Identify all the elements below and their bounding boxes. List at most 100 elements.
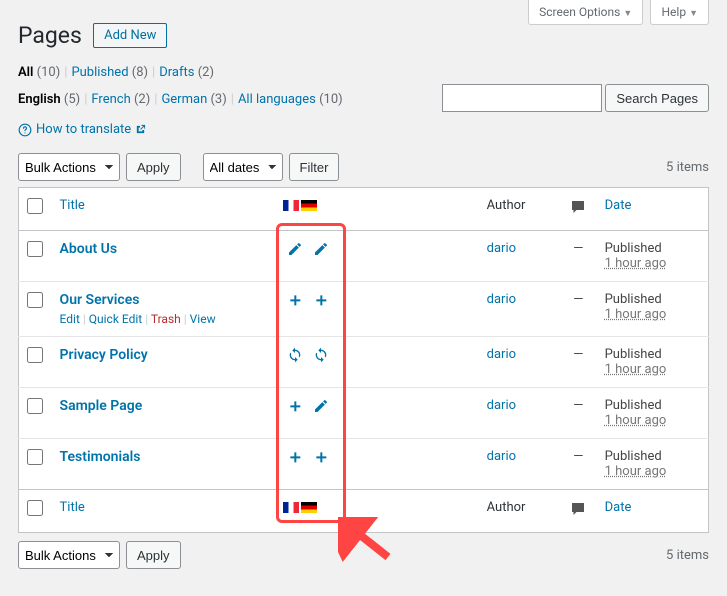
- page-link[interactable]: Testimonials: [60, 449, 141, 465]
- row-date: 1 hour ago: [605, 307, 667, 322]
- row-date: 1 hour ago: [605, 362, 667, 377]
- bulk-actions-select[interactable]: Bulk Actions: [18, 153, 120, 181]
- author-link[interactable]: dario: [487, 398, 516, 413]
- comments-count: —: [573, 398, 583, 413]
- comments-count: —: [573, 347, 583, 362]
- column-title[interactable]: Title: [60, 198, 85, 213]
- column-author-footer: Author: [479, 490, 560, 533]
- how-to-translate-label: How to translate: [36, 122, 131, 137]
- author-link[interactable]: dario: [487, 347, 516, 362]
- comment-bubble-icon: [569, 500, 587, 518]
- row-action-view[interactable]: View: [190, 312, 216, 326]
- plus-icon[interactable]: [287, 292, 303, 308]
- flag-fr-icon: [283, 200, 299, 211]
- plus-icon[interactable]: [287, 449, 303, 465]
- row-checkbox[interactable]: [27, 347, 43, 363]
- comments-count: —: [573, 241, 583, 256]
- search-pages-button[interactable]: Search Pages: [605, 84, 709, 112]
- filter-english: English: [18, 92, 61, 107]
- filter-french[interactable]: French: [91, 92, 130, 107]
- pencil-icon[interactable]: [287, 241, 303, 257]
- screen-options-label: Screen Options: [539, 5, 620, 19]
- column-title-footer[interactable]: Title: [60, 500, 85, 515]
- plus-icon[interactable]: [313, 292, 329, 308]
- filter-drafts[interactable]: Drafts: [159, 65, 194, 80]
- how-to-translate-link[interactable]: How to translate: [18, 122, 146, 137]
- add-new-button[interactable]: Add New: [93, 23, 167, 48]
- page-link[interactable]: Privacy Policy: [60, 347, 148, 363]
- table-row: Our Services Edit | Quick Edit | Trash | …: [19, 282, 709, 337]
- row-status: Published: [605, 398, 662, 413]
- pencil-icon[interactable]: [313, 241, 329, 257]
- status-filter-row: All (10)|Published (8)|Drafts (2): [18, 65, 709, 80]
- table-row: Testimonialsdario—Published1 hour ago: [19, 439, 709, 490]
- table-row: About Us dario — Published1 hour ago: [19, 231, 709, 282]
- table-row: Privacy Policydario—Published1 hour ago: [19, 337, 709, 388]
- row-action-trash[interactable]: Trash: [151, 312, 181, 326]
- filter-count: (2): [131, 92, 151, 107]
- filter-all-languages[interactable]: All languages: [238, 92, 316, 107]
- column-author: Author: [479, 188, 560, 231]
- table-row: Sample Page dario — Published1 hour ago: [19, 388, 709, 439]
- filter-published[interactable]: Published: [71, 65, 128, 80]
- column-languages: [275, 188, 478, 231]
- page-title: Pages: [18, 22, 82, 49]
- screen-options-tab[interactable]: Screen Options▼: [528, 0, 643, 25]
- author-link[interactable]: dario: [487, 241, 516, 256]
- help-tab[interactable]: Help▼: [650, 0, 709, 25]
- row-date: 1 hour ago: [605, 256, 667, 271]
- select-all-checkbox-footer[interactable]: [27, 500, 43, 516]
- plus-icon[interactable]: [287, 398, 303, 414]
- comment-bubble-icon: [569, 198, 587, 216]
- row-checkbox[interactable]: [27, 292, 43, 308]
- page-link[interactable]: Our Services: [60, 292, 140, 308]
- flag-de-icon: [301, 502, 317, 513]
- row-checkbox[interactable]: [27, 241, 43, 257]
- sync-icon[interactable]: [313, 347, 329, 363]
- row-date: 1 hour ago: [605, 464, 667, 479]
- author-link[interactable]: dario: [487, 449, 516, 464]
- row-action-quickedit[interactable]: Quick Edit: [89, 312, 142, 326]
- page-link[interactable]: About Us: [60, 241, 118, 257]
- help-circle-icon: [18, 123, 32, 137]
- filter-count: (10): [316, 92, 343, 107]
- row-date: 1 hour ago: [605, 413, 667, 428]
- flag-de-icon: [301, 200, 317, 211]
- sync-icon[interactable]: [287, 347, 303, 363]
- row-checkbox[interactable]: [27, 398, 43, 414]
- pages-table: Title Author Date About Us dario — Publishe…: [18, 187, 709, 533]
- comments-count: —: [573, 292, 583, 307]
- filter-count: (10): [33, 65, 60, 80]
- filter-all: All: [18, 65, 33, 80]
- external-link-icon: [135, 124, 146, 135]
- filter-german[interactable]: German: [161, 92, 207, 107]
- column-comments-footer[interactable]: [560, 490, 597, 533]
- items-count-bottom: 5 items: [666, 548, 709, 563]
- pencil-icon[interactable]: [313, 398, 329, 414]
- filter-count: (8): [129, 65, 149, 80]
- row-status: Published: [605, 449, 662, 464]
- author-link[interactable]: dario: [487, 292, 516, 307]
- row-checkbox[interactable]: [27, 449, 43, 465]
- filter-count: (3): [207, 92, 227, 107]
- chevron-down-icon: ▼: [623, 9, 632, 19]
- bulk-apply-button[interactable]: Apply: [126, 153, 181, 181]
- filter-count: (5): [61, 92, 81, 107]
- select-all-checkbox[interactable]: [27, 198, 43, 214]
- page-link[interactable]: Sample Page: [60, 398, 143, 414]
- plus-icon[interactable]: [313, 449, 329, 465]
- column-languages-footer: [275, 490, 478, 533]
- flag-fr-icon: [283, 502, 299, 513]
- row-status: Published: [605, 241, 662, 256]
- column-comments[interactable]: [560, 188, 597, 231]
- date-filter-select[interactable]: All dates: [203, 153, 283, 181]
- search-input[interactable]: [442, 84, 602, 112]
- column-date[interactable]: Date: [605, 198, 632, 213]
- column-date-footer[interactable]: Date: [605, 500, 632, 515]
- bulk-apply-button-bottom[interactable]: Apply: [126, 541, 181, 569]
- bulk-actions-select-bottom[interactable]: Bulk Actions: [18, 541, 120, 569]
- row-actions: Edit | Quick Edit | Trash | View: [60, 312, 268, 326]
- row-action-edit[interactable]: Edit: [60, 312, 80, 326]
- language-filter-row: English (5)|French (2)|German (3)|All la…: [18, 92, 343, 107]
- filter-button[interactable]: Filter: [289, 153, 340, 181]
